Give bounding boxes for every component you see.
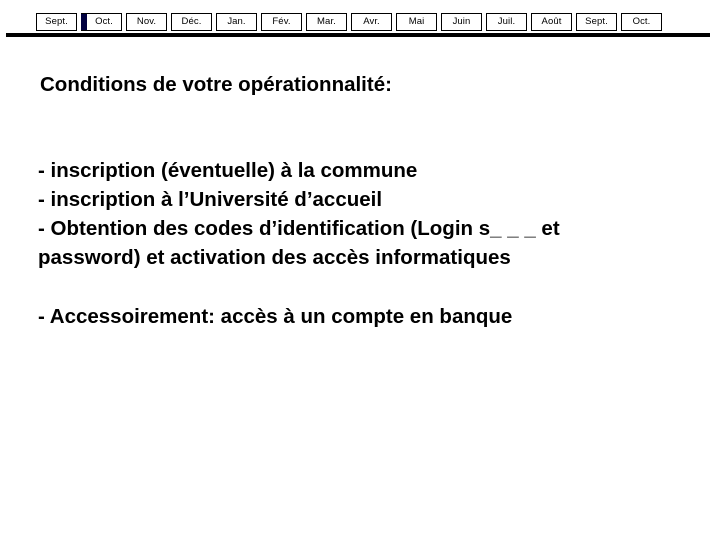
month-tab-sept-2[interactable]: Sept. <box>576 13 617 31</box>
month-tab-mai[interactable]: Mai <box>396 13 437 31</box>
month-tab-avr[interactable]: Avr. <box>351 13 392 31</box>
month-tab-label: Oct. <box>632 16 651 28</box>
month-tab-sept-1[interactable]: Sept. <box>36 13 77 31</box>
month-tab-oct-current[interactable]: Oct. <box>81 13 122 31</box>
month-tab-label: Jan. <box>227 16 246 28</box>
month-tab-label: Mar. <box>317 16 336 28</box>
month-tab-label: Nov. <box>136 16 157 28</box>
month-tab-label: Sept. <box>45 16 68 28</box>
bullet-group-primary: - inscription (éventuelle) à la commune … <box>38 156 688 272</box>
month-tab-label: Oct. <box>95 16 113 28</box>
month-tab-fev[interactable]: Fév. <box>261 13 302 31</box>
month-tab-label: Juil. <box>497 16 516 28</box>
current-position-marker-icon <box>81 14 87 30</box>
slide-heading: Conditions de votre opérationnalité: <box>40 73 392 96</box>
bullet-line: - inscription à l’Université d’accueil <box>38 188 383 211</box>
month-tab-label: Sept. <box>585 16 608 28</box>
month-tab-label: Fév. <box>272 16 291 28</box>
bullet-group-secondary: - Accessoirement: accès à un compte en b… <box>38 302 688 331</box>
month-tab-label: Juin <box>452 16 471 28</box>
month-tab-oct-2[interactable]: Oct. <box>621 13 662 31</box>
month-tab-nov[interactable]: Nov. <box>126 13 167 31</box>
month-tab-label: Déc. <box>181 16 202 28</box>
bullet-line: password) et activation des accès inform… <box>38 246 511 269</box>
month-tab-label: Avr. <box>363 16 380 28</box>
timeline-divider-rule <box>6 33 710 37</box>
bullet-line: - Obtention des codes d’identification (… <box>38 217 560 240</box>
month-tab-jan[interactable]: Jan. <box>216 13 257 31</box>
slide-content-area: Conditions de votre opérationnalité: - i… <box>0 40 720 540</box>
month-tab-juin[interactable]: Juin <box>441 13 482 31</box>
bullet-line: - Accessoirement: accès à un compte en b… <box>38 305 513 328</box>
month-tab-mar[interactable]: Mar. <box>306 13 347 31</box>
month-tab-label: Mai <box>408 16 425 28</box>
bullet-line: - inscription (éventuelle) à la commune <box>38 159 418 182</box>
month-tab-list: Sept. Oct. Nov. Déc. Jan. Fév. Mar. Avr.… <box>36 13 662 31</box>
timeline-bar: Sept. Oct. Nov. Déc. Jan. Fév. Mar. Avr.… <box>0 0 720 40</box>
month-tab-juil[interactable]: Juil. <box>486 13 527 31</box>
month-tab-dec[interactable]: Déc. <box>171 13 212 31</box>
month-tab-label: Août <box>541 16 562 28</box>
month-tab-aout[interactable]: Août <box>531 13 572 31</box>
